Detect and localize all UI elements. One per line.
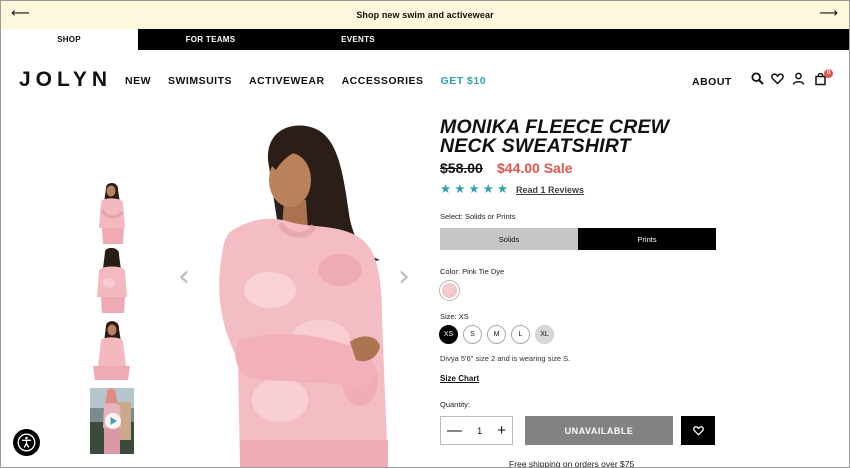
color-label: Color: Pink Tie Dye xyxy=(440,267,505,276)
tab-events[interactable]: EVENTS xyxy=(283,29,433,50)
select-label: Select: Solids or Prints xyxy=(440,212,516,221)
size-option-l[interactable]: L xyxy=(511,325,530,344)
star-icon: ★ xyxy=(440,182,452,196)
main-nav: NEW SWIMSUITS ACTIVEWEAR ACCESSORIES GET… xyxy=(125,75,486,87)
thumbnail-video[interactable] xyxy=(90,388,134,454)
cart-icon[interactable]: 0 xyxy=(814,69,833,86)
account-icon[interactable] xyxy=(792,72,806,86)
nav-accessories[interactable]: ACCESSORIES xyxy=(342,75,424,87)
reviews-link[interactable]: Read 1 Reviews xyxy=(516,185,584,195)
cart-count-badge: 0 xyxy=(824,69,833,78)
tab-for-teams[interactable]: FOR TEAMS xyxy=(138,29,283,50)
thumbnail-front[interactable] xyxy=(90,178,134,244)
star-icon: ★ xyxy=(454,182,466,196)
unavailable-button[interactable]: UNAVAILABLE xyxy=(525,416,673,445)
size-option-xl[interactable]: XL xyxy=(535,325,554,344)
price-original: $58.00 xyxy=(440,160,483,176)
wishlist-button[interactable] xyxy=(681,416,715,445)
product-title: MONIKA FLEECE CREW NECK SWEATSHIRT xyxy=(440,116,670,157)
shipping-note: Free shipping on orders over $75 xyxy=(509,459,635,468)
option-prints[interactable]: Prints xyxy=(578,228,716,250)
option-solids[interactable]: Solids xyxy=(440,228,578,250)
top-tabs: SHOP FOR TEAMS EVENTS xyxy=(0,29,850,50)
heart-icon[interactable] xyxy=(771,72,785,86)
price-sale: $44.00 Sale xyxy=(497,160,573,176)
promo-text[interactable]: Shop new swim and activewear xyxy=(356,10,493,20)
model-note: Divya 5'6'' size 2 and is wearing size S… xyxy=(440,354,571,363)
star-icon: ★ xyxy=(482,182,494,196)
heart-icon xyxy=(692,426,704,436)
quantity-value[interactable]: 1 xyxy=(477,426,482,436)
promo-bar: ⟵ Shop new swim and activewear ⟶ xyxy=(0,0,850,29)
color-swatch-pink-tie-dye[interactable] xyxy=(439,280,460,301)
arrow-right-icon[interactable]: ⟶ xyxy=(819,6,838,20)
quantity-stepper: — 1 + xyxy=(440,416,513,445)
thumbnail-back[interactable] xyxy=(90,247,134,313)
chevron-left-icon[interactable]: ‹ xyxy=(178,262,190,292)
size-selector: XS S M L XL xyxy=(439,325,554,344)
rating-stars: ★ ★ ★ ★ ★ xyxy=(440,182,508,196)
size-option-xs[interactable]: XS xyxy=(439,325,458,344)
logo[interactable]: JOLYN xyxy=(19,68,112,92)
plus-icon[interactable]: + xyxy=(497,423,506,438)
nav-get-10[interactable]: GET $10 xyxy=(441,75,487,87)
size-option-s[interactable]: S xyxy=(463,325,482,344)
tab-shop[interactable]: SHOP xyxy=(0,29,138,50)
chevron-right-icon[interactable]: › xyxy=(398,262,410,292)
star-icon: ★ xyxy=(468,182,480,196)
thumbnail-seated[interactable] xyxy=(90,318,134,384)
quantity-label: Quantity: xyxy=(440,400,471,409)
nav-swimsuits[interactable]: SWIMSUITS xyxy=(168,75,232,87)
product-main-image xyxy=(210,120,402,468)
nav-new[interactable]: NEW xyxy=(125,75,151,87)
search-icon[interactable] xyxy=(751,72,765,86)
size-label: Size: XS xyxy=(440,312,469,321)
nav-activewear[interactable]: ACTIVEWEAR xyxy=(249,75,325,87)
minus-icon[interactable]: — xyxy=(447,423,462,438)
size-option-m[interactable]: M xyxy=(487,325,506,344)
arrow-left-icon[interactable]: ⟵ xyxy=(11,6,30,20)
size-chart-link[interactable]: Size Chart xyxy=(440,374,479,383)
accessibility-icon[interactable] xyxy=(13,429,40,456)
star-icon: ★ xyxy=(496,182,509,196)
nav-about[interactable]: ABOUT xyxy=(692,76,732,88)
